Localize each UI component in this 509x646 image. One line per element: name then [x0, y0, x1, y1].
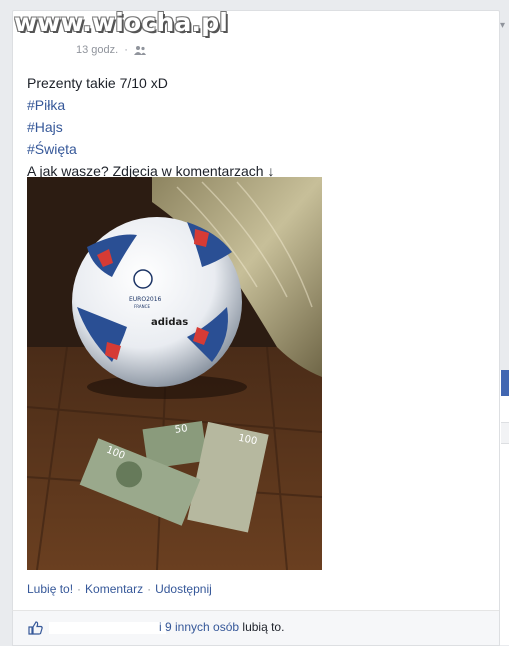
likes-summary: i 9 innych osób lubią to. — [12, 610, 500, 646]
action-separator: · — [77, 582, 82, 596]
redacted-names — [49, 622, 166, 634]
ball-logo-sub: FRANCE — [134, 304, 150, 309]
ball-brand: adidas — [151, 317, 188, 328]
post-meta: 13 godz. · — [76, 44, 146, 56]
like-link[interactable]: Lubię to! — [27, 582, 73, 596]
post-photo[interactable]: EURO2016 FRANCE adidas 50 100 100 — [26, 177, 323, 571]
chat-sidebar-edge — [499, 370, 509, 645]
others-link[interactable]: i 9 innych osób — [159, 620, 239, 634]
thumbs-up-icon — [28, 621, 43, 635]
banknote-value: 50 — [174, 423, 188, 436]
close-icon[interactable]: ▾ — [500, 20, 505, 31]
photo-illustration: EURO2016 FRANCE adidas 50 100 100 — [26, 177, 323, 571]
post-text: Prezenty takie 7/10 xD #Piłka #Hajs #Świ… — [27, 72, 274, 182]
hashtag-swieta[interactable]: #Święta — [27, 141, 77, 157]
site-watermark: www.wiocha.pl — [14, 8, 229, 37]
ball-logo-text: EURO2016 — [129, 296, 162, 303]
friends-icon[interactable] — [133, 45, 146, 55]
post-timestamp[interactable]: 13 godz. — [76, 44, 118, 56]
post-line: Prezenty takie 7/10 xD — [27, 75, 168, 91]
chat-tab-secondary[interactable] — [501, 422, 509, 444]
chat-tab[interactable] — [501, 370, 509, 396]
share-link[interactable]: Udostępnij — [155, 582, 212, 596]
post-actions: Lubię to! · Komentarz · Udostępnij — [27, 582, 212, 596]
hashtag-hajs[interactable]: #Hajs — [27, 119, 63, 135]
hashtag-pilka[interactable]: #Piłka — [27, 97, 65, 113]
comment-link[interactable]: Komentarz — [85, 582, 143, 596]
likes-text: i 9 innych osób lubią to. — [159, 620, 284, 634]
likes-suffix: lubią to. — [242, 620, 285, 634]
action-separator: · — [147, 582, 152, 596]
meta-separator: · — [124, 44, 128, 56]
